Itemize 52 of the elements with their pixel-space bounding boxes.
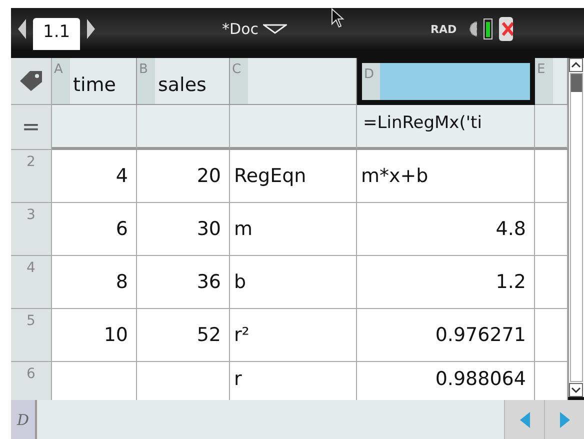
scroll-up-icon[interactable] xyxy=(569,58,583,72)
column-header[interactable]: A time xyxy=(52,58,137,105)
table-cell[interactable]: 0.976271 xyxy=(357,309,535,362)
table-cell[interactable] xyxy=(535,256,568,309)
table-cell[interactable]: m xyxy=(230,203,357,256)
table-cell[interactable]: r² xyxy=(230,309,357,362)
table-cell[interactable]: 0.988064 xyxy=(357,362,535,400)
table-cell[interactable] xyxy=(535,150,568,203)
formula-cell[interactable] xyxy=(137,105,230,150)
entry-line-field[interactable] xyxy=(37,400,504,439)
table-cell[interactable]: m*x+b xyxy=(357,150,535,203)
dropdown-icon[interactable] xyxy=(262,24,287,34)
previous-button[interactable] xyxy=(504,400,544,439)
table-cell[interactable]: 6 xyxy=(52,203,137,256)
table-cell[interactable]: 30 xyxy=(137,203,230,256)
document-title[interactable]: *Doc xyxy=(222,20,259,38)
left-arrow-icon xyxy=(518,410,530,428)
formula-cell[interactable] xyxy=(230,105,357,150)
table-cell[interactable] xyxy=(52,362,137,400)
table-cell[interactable] xyxy=(535,362,568,400)
formula-cell[interactable] xyxy=(535,105,568,150)
table-cell[interactable]: RegEqn xyxy=(230,150,357,203)
table-cell[interactable]: b xyxy=(230,256,357,309)
table-cell[interactable]: 8 xyxy=(52,256,137,309)
formula-row-label: = xyxy=(11,105,52,150)
table-cell[interactable]: 36 xyxy=(137,256,230,309)
table-cell[interactable]: 4 xyxy=(52,150,137,203)
formula-cell[interactable]: =LinRegMx('ti xyxy=(357,105,535,150)
table-cell[interactable] xyxy=(137,362,230,400)
table-cell[interactable]: 52 xyxy=(137,309,230,362)
table-cell[interactable]: 20 xyxy=(137,150,230,203)
column-header[interactable]: B sales xyxy=(137,58,230,105)
left-arrow-icon[interactable] xyxy=(17,18,27,40)
table-cell[interactable]: r xyxy=(230,362,357,400)
tag-icon[interactable] xyxy=(18,70,44,92)
table-cell[interactable] xyxy=(535,309,568,362)
right-arrow-icon[interactable] xyxy=(86,18,96,40)
cell-reference: D xyxy=(11,400,37,439)
table-cell[interactable] xyxy=(535,203,568,256)
battery-icon xyxy=(482,18,493,40)
table-cell[interactable]: 10 xyxy=(52,309,137,362)
right-arrow-icon xyxy=(558,410,570,428)
scroll-bar[interactable] xyxy=(568,58,584,397)
close-icon[interactable] xyxy=(498,17,513,41)
page-tab[interactable]: 1.1 xyxy=(33,18,80,50)
angle-mode-label: RAD xyxy=(430,22,457,36)
scroll-thumb[interactable] xyxy=(571,74,582,92)
table-cell[interactable]: 4.8 xyxy=(357,203,535,256)
scroll-down-icon[interactable] xyxy=(569,383,583,397)
table-cell[interactable]: 1.2 xyxy=(357,256,535,309)
cursor-icon xyxy=(330,8,345,28)
formula-cell[interactable] xyxy=(52,105,137,150)
